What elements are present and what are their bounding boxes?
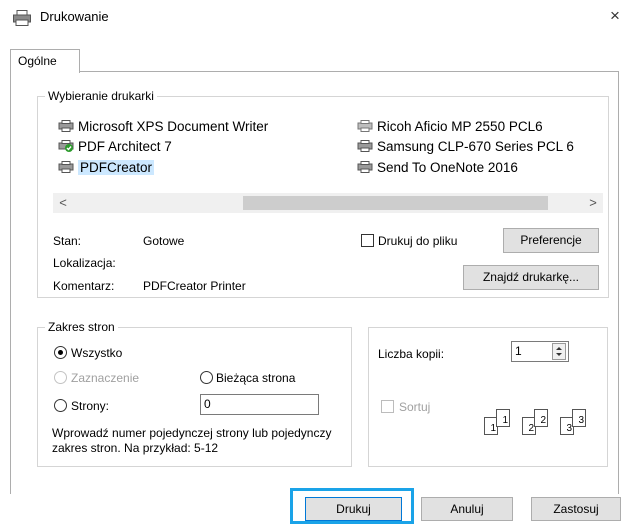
collate-checkbox[interactable] [381,400,394,413]
collate-label: Sortuj [399,400,431,414]
location-label: Lokalizacja: [53,256,116,270]
scroll-right-button[interactable]: > [583,193,603,213]
copies-label: Liczba kopii: [378,347,445,361]
copies-stepper[interactable] [552,343,566,360]
apply-button[interactable]: Zastosuj [531,497,621,521]
close-button[interactable]: × [603,4,627,28]
printer-item[interactable]: Ricoh Aficio MP 2550 PCL6 [357,116,543,136]
comment-label: Komentarz: [53,279,115,293]
tab-general-label: Ogólne [18,54,57,68]
pages-radio[interactable] [54,399,67,412]
window-title: Drukowanie [40,9,109,24]
printer-item[interactable]: Microsoft XPS Document Writer [58,116,268,136]
preferences-button[interactable]: Preferencje [503,228,599,253]
page-icon: 2 [534,409,548,427]
collate-illustration: 1 1 2 2 3 3 [484,405,589,435]
page-range-label: Zakres stron [45,320,118,334]
print-to-file-checkbox[interactable] [361,234,374,247]
cancel-button[interactable]: Anuluj [421,497,513,521]
printer-name: Microsoft XPS Document Writer [78,118,269,134]
printer-default-icon [58,140,74,152]
printer-icon [357,140,373,152]
all-pages-radio[interactable] [54,346,67,359]
printer-icon [357,120,373,132]
print-button[interactable]: Drukuj [305,497,402,521]
printer-name: Send To OneNote 2016 [377,159,518,175]
current-page-label: Bieżąca strona [216,371,296,385]
printer-item[interactable]: PDF Architect 7 [58,136,172,156]
stepper-arrows-icon [556,347,562,356]
printer-name: PDFCreator [78,159,155,175]
title-bar: Drukowanie × [0,0,630,34]
page-icon: 1 [496,409,510,427]
printer-list-scrollbar[interactable]: < > [53,193,603,213]
printer-icon [13,10,31,26]
pages-input[interactable]: 0 [200,394,319,415]
selection-label: Zaznaczenie [71,371,140,385]
printer-item-selected[interactable]: PDFCreator [58,157,155,177]
selection-radio[interactable] [54,371,67,384]
find-printer-button[interactable]: Znajdź drukarkę... [463,265,599,290]
comment-value: PDFCreator Printer [143,279,246,293]
page-range-hint: Wprowadź numer pojedynczej strony lub po… [52,426,332,455]
printer-icon [58,161,74,173]
printer-name: PDF Architect 7 [78,138,172,154]
pages-label: Strony: [71,399,110,413]
all-pages-label: Wszystko [71,346,123,360]
tab-general[interactable]: Ogólne [10,49,80,73]
page-icon: 3 [572,409,586,427]
printer-icon [58,120,74,132]
printer-selection-label: Wybieranie drukarki [45,89,157,103]
printer-item[interactable]: Send To OneNote 2016 [357,157,518,177]
status-value: Gotowe [143,234,185,248]
printer-name: Ricoh Aficio MP 2550 PCL6 [377,118,543,134]
printer-name: Samsung CLP-670 Series PCL 6 [377,138,574,154]
print-to-file-label: Drukuj do pliku [378,234,458,248]
current-page-radio[interactable] [200,371,213,384]
status-label: Stan: [53,234,82,248]
scroll-thumb[interactable] [243,196,548,210]
scroll-left-button[interactable]: < [53,193,73,213]
printer-item[interactable]: Samsung CLP-670 Series PCL 6 [357,136,574,156]
printer-icon [357,161,373,173]
